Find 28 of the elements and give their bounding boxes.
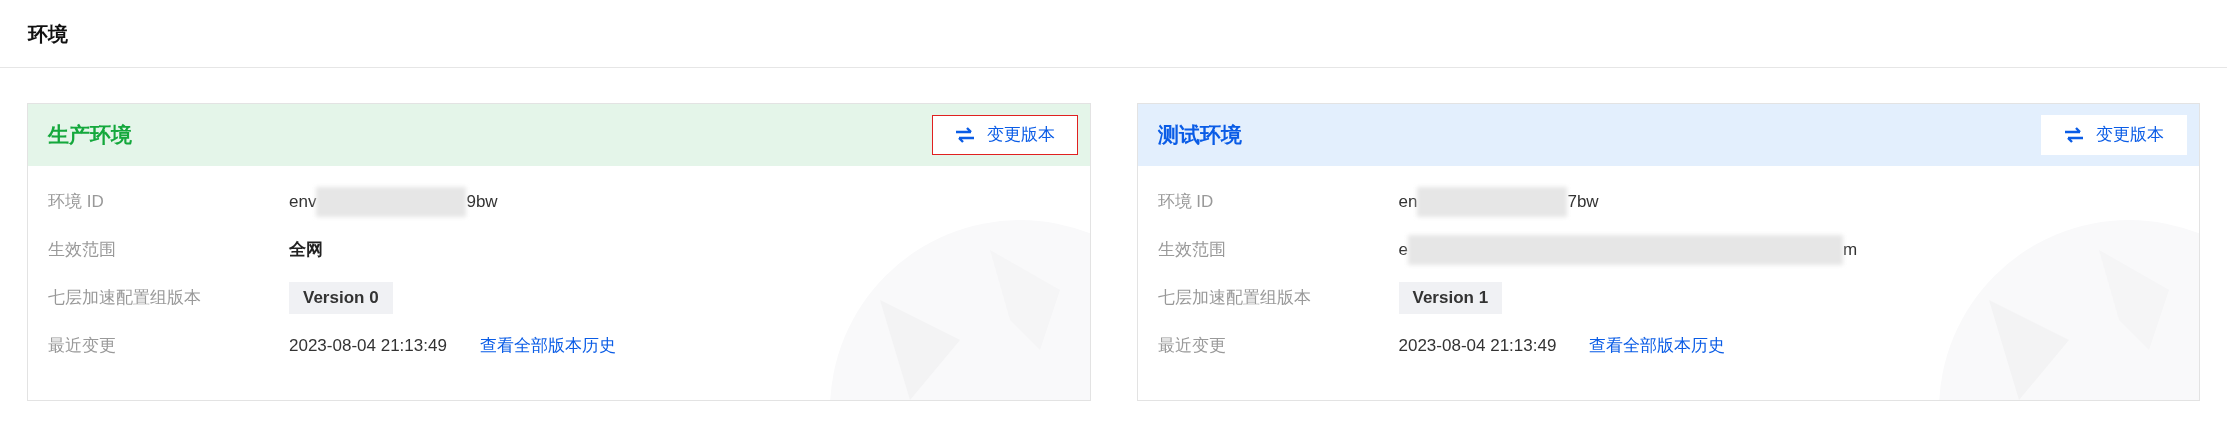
field-label: 环境 ID <box>1157 191 1215 214</box>
history-link[interactable]: 查看全部版本历史 <box>479 333 616 359</box>
history-link[interactable]: 查看全部版本历史 <box>1589 333 1726 359</box>
page-title: 环境 <box>28 21 68 47</box>
field-label: 最近变更 <box>1157 335 1227 358</box>
value-text: env <box>289 191 317 214</box>
version-tag: Version 1 <box>1398 282 1503 314</box>
change-version-button[interactable]: 变更版本 <box>931 115 1078 155</box>
field-label: 七层加速配置组版本 <box>48 287 202 310</box>
swap-icon <box>2064 127 2084 143</box>
version-tag: Version 0 <box>289 282 393 314</box>
card-title: 测试环境 <box>1157 122 1242 149</box>
field-label: 生效范围 <box>1157 239 1227 262</box>
card-title: 生产环境 <box>48 122 132 149</box>
swap-icon <box>954 127 975 143</box>
field-label: 七层加速配置组版本 <box>1157 287 1312 310</box>
value-text: 7bw <box>1567 191 1599 214</box>
value-text: 2023-08-04 21:13:49 <box>289 335 447 358</box>
change-version-button[interactable]: 变更版本 <box>2041 115 2187 155</box>
value-text: 全网 <box>289 239 323 262</box>
value-text: en <box>1398 191 1418 214</box>
field-label: 生效范围 <box>48 239 117 262</box>
field-label: 环境 ID <box>48 191 105 214</box>
value-text: m <box>1842 239 1858 262</box>
value-text: 2023-08-04 21:13:49 <box>1398 335 1557 358</box>
value-text: 9bw <box>466 191 498 214</box>
field-label: 最近变更 <box>48 335 117 358</box>
value-text: e <box>1398 239 1408 262</box>
